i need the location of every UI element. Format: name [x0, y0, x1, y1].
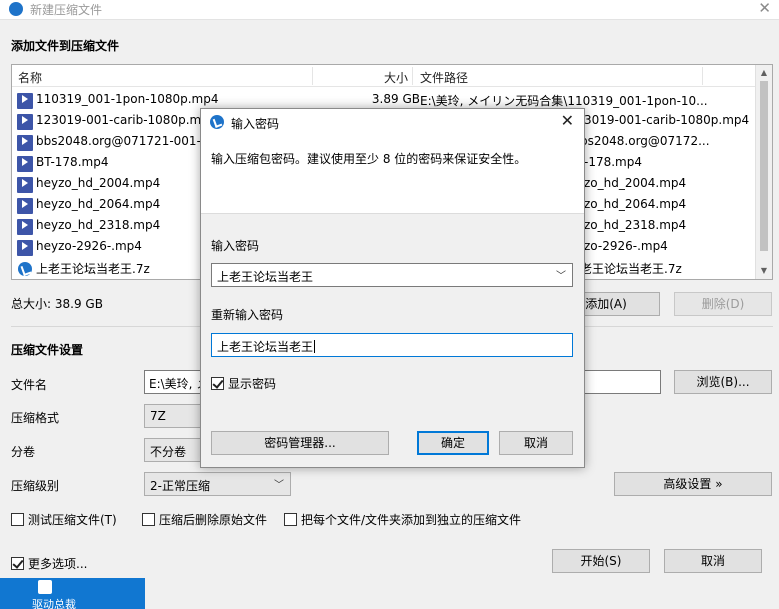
- more-options-label: 更多选项...: [28, 557, 88, 571]
- file-name: 上老王论坛当老王.7z: [36, 262, 150, 276]
- format-label: 压缩格式: [11, 411, 60, 425]
- file-name: BT-178.mp4: [36, 155, 109, 169]
- app-logo-icon: [9, 2, 23, 16]
- dialog-description-panel: 输入压缩包密码。建议使用至少 8 位的密码来保证安全性。: [201, 136, 584, 214]
- reenter-password-label: 重新输入密码: [211, 308, 284, 322]
- taskbar-label: 驱动总裁: [32, 598, 76, 609]
- dialog-titlebar: 输入密码 ✕: [201, 109, 584, 136]
- file-name: 123019-001-carib-1080p.mp4: [36, 113, 217, 127]
- column-path[interactable]: 文件路径: [420, 69, 468, 86]
- format-select[interactable]: 7Z: [144, 404, 204, 428]
- text-caret: [314, 340, 316, 353]
- file-path: 3019-001-carib-1080p.mp4: [584, 113, 750, 127]
- start-button[interactable]: 开始(S): [552, 549, 650, 573]
- delete-button[interactable]: 删除(D): [674, 292, 772, 316]
- reenter-password-value: 上老王论坛当老王: [217, 340, 314, 354]
- file-path: bs2048.org@07172...: [580, 134, 710, 148]
- dialog-title: 输入密码: [231, 117, 280, 131]
- password-value: 上老王论坛当老王: [217, 270, 314, 284]
- section-archive-settings: 压缩文件设置: [11, 343, 84, 357]
- file-name: bbs2048.org@071721-001-c: [36, 134, 208, 148]
- checkbox-checked-icon: [211, 377, 224, 390]
- mp4-file-icon: [17, 219, 33, 235]
- mp4-file-icon: [17, 135, 33, 151]
- scroll-thumb[interactable]: [760, 81, 768, 251]
- file-name: 110319_001-1pon-1080p.mp4: [36, 92, 219, 106]
- mp4-file-icon: [17, 114, 33, 130]
- window-title: 新建压缩文件: [30, 3, 103, 17]
- reenter-password-input[interactable]: 上老王论坛当老王: [211, 333, 573, 357]
- cancel-button[interactable]: 取消: [664, 549, 762, 573]
- advanced-settings-button[interactable]: 高级设置 »: [614, 472, 772, 496]
- file-path: zo-2926-.mp4: [584, 239, 668, 253]
- section-add-files: 添加文件到压缩文件: [11, 39, 120, 53]
- level-label: 压缩级别: [11, 479, 60, 493]
- split-value: 不分卷: [150, 445, 187, 459]
- file-path: -178.mp4: [584, 155, 642, 169]
- column-name[interactable]: 名称: [18, 69, 42, 86]
- file-path: 老王论坛当老王.7z: [580, 262, 682, 276]
- test-archive-checkbox[interactable]: 测试压缩文件(T): [11, 511, 117, 528]
- file-path: E:\美玲, メイリン无码合集\110319_001-1pon-10...: [420, 94, 708, 108]
- mp4-file-icon: [17, 156, 33, 172]
- ok-button[interactable]: 确定: [417, 431, 489, 455]
- password-input[interactable]: 上老王论坛当老王 ﹀: [211, 263, 573, 287]
- window-titlebar: 新建压缩文件 ✕: [0, 0, 779, 20]
- file-size: 3.89 GB: [371, 92, 420, 106]
- password-label: 输入密码: [211, 239, 260, 253]
- file-name: heyzo-2926-.mp4: [36, 239, 142, 253]
- 7z-file-icon: [18, 262, 32, 276]
- dialog-description: 输入压缩包密码。建议使用至少 8 位的密码来保证安全性。: [211, 152, 527, 166]
- each-file-checkbox[interactable]: 把每个文件/文件夹添加到独立的压缩文件: [284, 511, 521, 528]
- file-path: zo_hd_2064.mp4: [584, 197, 687, 211]
- mp4-file-icon: [17, 240, 33, 256]
- file-name: heyzo_hd_2004.mp4: [36, 176, 161, 190]
- close-icon[interactable]: ✕: [561, 111, 574, 130]
- delete-after-checkbox[interactable]: 压缩后删除原始文件: [142, 511, 267, 528]
- file-list-scrollbar[interactable]: ▲ ▼: [755, 65, 772, 279]
- test-archive-label: 测试压缩文件(T): [28, 513, 117, 527]
- checkbox-icon: [11, 513, 24, 526]
- taskbar-tile[interactable]: 驱动总裁: [0, 578, 145, 609]
- close-icon[interactable]: ✕: [758, 0, 771, 17]
- file-list-header: 名称 大小 文件路径: [12, 65, 756, 87]
- file-name: heyzo_hd_2064.mp4: [36, 197, 161, 211]
- checkbox-checked-icon: [11, 557, 24, 570]
- chevron-down-icon[interactable]: ﹀: [556, 267, 566, 282]
- checkbox-icon: [284, 513, 297, 526]
- mp4-file-icon: [17, 198, 33, 214]
- show-password-label: 显示密码: [228, 377, 277, 391]
- app-logo-icon: [210, 115, 224, 129]
- split-select[interactable]: 不分卷: [144, 438, 204, 462]
- checkbox-icon: [142, 513, 155, 526]
- column-size[interactable]: 大小: [384, 69, 408, 86]
- show-password-checkbox[interactable]: 显示密码: [211, 375, 276, 392]
- file-path: zo_hd_2004.mp4: [584, 176, 687, 190]
- delete-after-label: 压缩后删除原始文件: [159, 513, 268, 527]
- filename-label: 文件名: [11, 378, 48, 392]
- level-value: 2-正常压缩: [150, 479, 210, 493]
- password-manager-button[interactable]: 密码管理器...: [211, 431, 389, 455]
- chevron-down-icon: ﹀: [274, 480, 284, 491]
- browse-button[interactable]: 浏览(B)...: [674, 370, 772, 394]
- dialog-cancel-button[interactable]: 取消: [499, 431, 573, 455]
- file-path: zo_hd_2318.mp4: [584, 218, 687, 232]
- mp4-file-icon: [17, 177, 33, 193]
- file-name: heyzo_hd_2318.mp4: [36, 218, 161, 232]
- total-size: 总大小: 38.9 GB: [11, 297, 103, 311]
- scroll-down-icon[interactable]: ▼: [756, 263, 772, 279]
- password-dialog: 输入密码 ✕ 输入压缩包密码。建议使用至少 8 位的密码来保证安全性。 输入密码…: [200, 108, 585, 468]
- more-options-checkbox[interactable]: 更多选项...: [11, 555, 87, 572]
- scroll-up-icon[interactable]: ▲: [756, 65, 772, 81]
- split-label: 分卷: [11, 445, 36, 459]
- format-value: 7Z: [150, 409, 166, 423]
- driver-app-icon: [38, 580, 52, 594]
- level-select[interactable]: 2-正常压缩 ﹀: [144, 472, 291, 496]
- mp4-file-icon: [17, 93, 33, 109]
- each-file-label: 把每个文件/文件夹添加到独立的压缩文件: [301, 513, 522, 527]
